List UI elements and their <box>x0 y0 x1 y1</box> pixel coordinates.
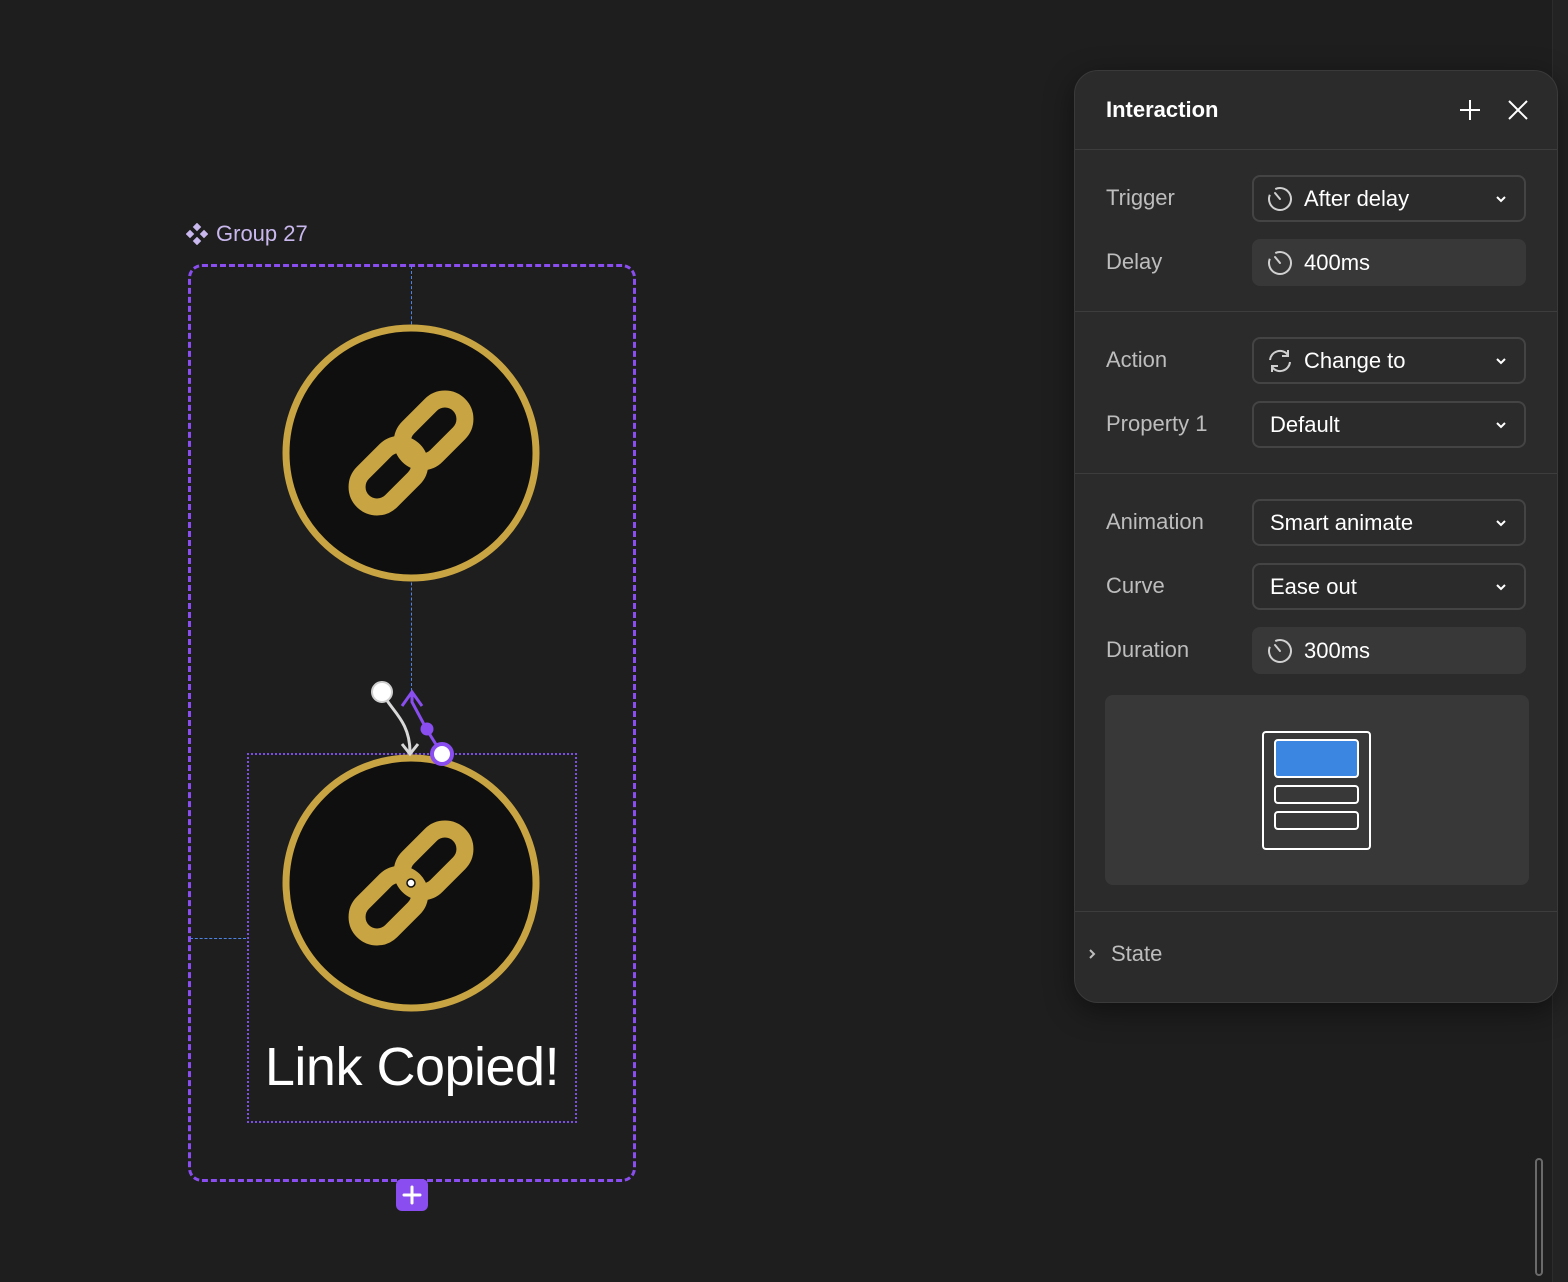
prototype-connector[interactable] <box>360 670 470 770</box>
panel-title: Interaction <box>1106 97 1219 122</box>
link-badge-bottom[interactable] <box>282 754 540 1017</box>
horizontal-guide <box>190 938 246 939</box>
section-divider <box>1075 473 1557 474</box>
animation-preview <box>1105 695 1529 885</box>
chevron-right-icon <box>1089 949 1096 959</box>
link-chain-icon <box>282 754 540 1012</box>
delay-input[interactable]: 400ms <box>1252 239 1526 286</box>
trigger-select[interactable]: After delay <box>1252 175 1526 222</box>
link-copied-text[interactable]: Link Copied! <box>248 1036 576 1098</box>
group-label[interactable]: Group 27 <box>186 221 308 247</box>
add-variant-button[interactable] <box>396 1179 428 1211</box>
animation-select[interactable]: Smart animate <box>1252 499 1526 546</box>
smart-animate-preview-icon <box>1262 731 1371 850</box>
canvas-scrollbar[interactable] <box>1535 1158 1543 1276</box>
link-badge-top[interactable] <box>282 324 540 587</box>
refresh-icon <box>1266 347 1294 375</box>
chevron-down-icon <box>1492 416 1510 434</box>
property-label: Property 1 <box>1106 411 1208 436</box>
section-divider <box>1075 311 1557 312</box>
duration-value: 300ms <box>1304 637 1371 663</box>
duration-label: Duration <box>1106 637 1190 662</box>
chevron-down-icon <box>1492 190 1510 208</box>
property-value: Default <box>1270 411 1340 437</box>
link-chain-icon <box>282 324 540 582</box>
animation-label: Animation <box>1106 509 1204 534</box>
timer-icon <box>1266 249 1294 277</box>
state-label: State <box>1111 941 1163 966</box>
delay-label: Delay <box>1106 249 1163 274</box>
trigger-value: After delay <box>1304 185 1410 211</box>
state-section-toggle[interactable]: State <box>1085 941 1162 967</box>
component-icon <box>186 223 208 245</box>
close-icon <box>1508 100 1528 120</box>
delay-value: 400ms <box>1304 249 1371 275</box>
group-name: Group 27 <box>216 221 308 246</box>
plus-icon <box>402 1185 422 1205</box>
animation-value: Smart animate <box>1270 509 1414 535</box>
panel-header: Interaction <box>1075 71 1557 150</box>
add-interaction-button[interactable] <box>1455 95 1485 125</box>
trigger-label: Trigger <box>1106 185 1175 210</box>
close-panel-button[interactable] <box>1503 95 1533 125</box>
chevron-down-icon <box>1492 578 1510 596</box>
duration-input[interactable]: 300ms <box>1252 627 1526 674</box>
chevron-down-icon <box>1492 352 1510 370</box>
curve-select[interactable]: Ease out <box>1252 563 1526 610</box>
curve-value: Ease out <box>1270 573 1357 599</box>
action-label: Action <box>1106 347 1168 372</box>
chevron-down-icon <box>1492 514 1510 532</box>
timer-icon <box>1266 637 1294 665</box>
plus-icon <box>1460 100 1480 120</box>
interaction-panel: Interaction Trigger After delay Delay 40… <box>1074 70 1558 1003</box>
section-divider <box>1075 911 1557 912</box>
action-select[interactable]: Change to <box>1252 337 1526 384</box>
curve-label: Curve <box>1106 573 1165 598</box>
property-select[interactable]: Default <box>1252 401 1526 448</box>
action-value: Change to <box>1304 347 1406 373</box>
timer-icon <box>1266 185 1294 213</box>
